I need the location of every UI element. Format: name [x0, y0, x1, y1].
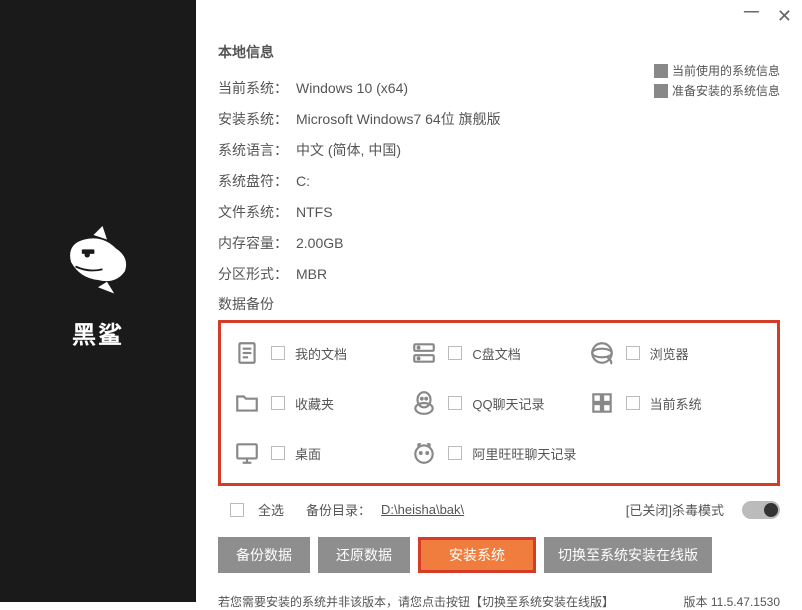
install-button[interactable]: 安装系统 [418, 537, 536, 573]
checkbox-desktop[interactable] [271, 446, 285, 460]
backup-label: 收藏夹 [295, 394, 334, 413]
hint-suffix: 】 [602, 595, 614, 609]
backup-label: QQ聊天记录 [472, 394, 544, 413]
switch-online-button[interactable]: 切换至系统安装在线版 [544, 537, 712, 573]
info-value: C: [296, 173, 310, 189]
backup-item-desktop: 桌面 [233, 439, 410, 467]
checkbox-qq[interactable] [448, 396, 462, 410]
backup-item-aliww: 阿里旺旺聊天记录 [410, 439, 587, 467]
checkbox-aliww[interactable] [448, 446, 462, 460]
info-label: 文件系统： [218, 202, 296, 222]
legend: 当前使用的系统信息 准备安装的系统信息 [654, 62, 780, 99]
windows-icon [588, 389, 616, 417]
backup-label: C盘文档 [472, 344, 520, 363]
qq-icon [410, 389, 438, 417]
legend-prepare-label: 准备安装的系统信息 [672, 82, 780, 99]
backup-label: 阿里旺旺聊天记录 [472, 444, 576, 463]
backup-label: 我的文档 [295, 344, 347, 363]
av-mode-toggle[interactable] [742, 501, 780, 519]
backup-dir-path[interactable]: D:\heisha\bak\ [381, 502, 464, 517]
checkbox-favorites[interactable] [271, 396, 285, 410]
info-label: 内存容量： [218, 233, 296, 253]
checkbox-select-all[interactable] [230, 503, 244, 517]
backup-item-favorites: 收藏夹 [233, 389, 410, 417]
info-label: 安装系统： [218, 109, 296, 129]
restore-button[interactable]: 还原数据 [318, 537, 410, 573]
backup-item-browser: 浏览器 [588, 339, 765, 367]
info-value: Microsoft Windows7 64位 旗舰版 [296, 109, 501, 129]
backup-item-qq: QQ聊天记录 [410, 389, 587, 417]
backup-grid: 我的文档 C盘文档 浏览器 收藏夹 QQ聊天记录 当前系统 [218, 320, 780, 486]
info-value: 中文 (简体, 中国) [296, 140, 401, 160]
info-label: 分区形式： [218, 264, 296, 284]
brand-name: 黑鲨 [72, 315, 124, 350]
hint-link: 切换至系统安装在线版 [482, 595, 602, 609]
info-label: 系统语言： [218, 140, 296, 160]
backup-button[interactable]: 备份数据 [218, 537, 310, 573]
main-panel: — ✕ 本地信息 当前使用的系统信息 准备安装的系统信息 当前系统：Window… [196, 0, 802, 602]
server-icon [410, 339, 438, 367]
desktop-icon [233, 439, 261, 467]
folder-icon [233, 389, 261, 417]
document-icon [233, 339, 261, 367]
info-label: 系统盘符： [218, 171, 296, 191]
legend-prepare: 准备安装的系统信息 [654, 82, 780, 99]
hint-prefix: 若您需要安装的系统并非该版本，请您点击按钮【 [218, 595, 482, 609]
info-value: 2.00GB [296, 235, 343, 251]
sidebar: 黑鲨 [0, 0, 196, 602]
av-mode-label: [已关闭]杀毒模式 [626, 500, 724, 519]
info-value: MBR [296, 266, 327, 282]
window-controls: — ✕ [744, 6, 792, 27]
backup-label: 浏览器 [650, 344, 689, 363]
logo: 黑鲨 [53, 217, 143, 350]
checkbox-browser[interactable] [626, 346, 640, 360]
info-label: 当前系统： [218, 78, 296, 98]
shark-logo-icon [53, 217, 143, 307]
backup-item-cursys: 当前系统 [588, 389, 765, 417]
button-row: 备份数据 还原数据 安装系统 切换至系统安装在线版 [218, 537, 780, 573]
backup-item-cdisk: C盘文档 [410, 339, 587, 367]
info-rows: 当前系统：Windows 10 (x64) 安装系统：Microsoft Win… [218, 72, 780, 289]
backup-item-docs: 我的文档 [233, 339, 410, 367]
checkbox-cursys[interactable] [626, 396, 640, 410]
version-value: 11.5.47.1530 [711, 595, 780, 609]
close-button[interactable]: ✕ [777, 6, 792, 27]
checkbox-cdisk[interactable] [448, 346, 462, 360]
section-title: 本地信息 [218, 42, 780, 62]
info-value: Windows 10 (x64) [296, 80, 408, 96]
checkbox-docs[interactable] [271, 346, 285, 360]
legend-box-icon [654, 84, 668, 98]
aliww-icon [410, 439, 438, 467]
minimize-button[interactable]: — [744, 3, 759, 24]
browser-icon [588, 339, 616, 367]
info-value: NTFS [296, 204, 333, 220]
legend-box-icon [654, 64, 668, 78]
backup-dir-label: 备份目录： [306, 500, 371, 519]
backup-label: 桌面 [295, 444, 321, 463]
backup-label: 当前系统 [650, 394, 702, 413]
backup-title: 数据备份 [218, 294, 780, 314]
legend-current-label: 当前使用的系统信息 [672, 62, 780, 79]
legend-current: 当前使用的系统信息 [654, 62, 780, 79]
options-row: 全选 备份目录： D:\heisha\bak\ [已关闭]杀毒模式 [218, 500, 780, 519]
select-all-label: 全选 [258, 500, 284, 519]
version-label: 版本 [683, 595, 710, 609]
